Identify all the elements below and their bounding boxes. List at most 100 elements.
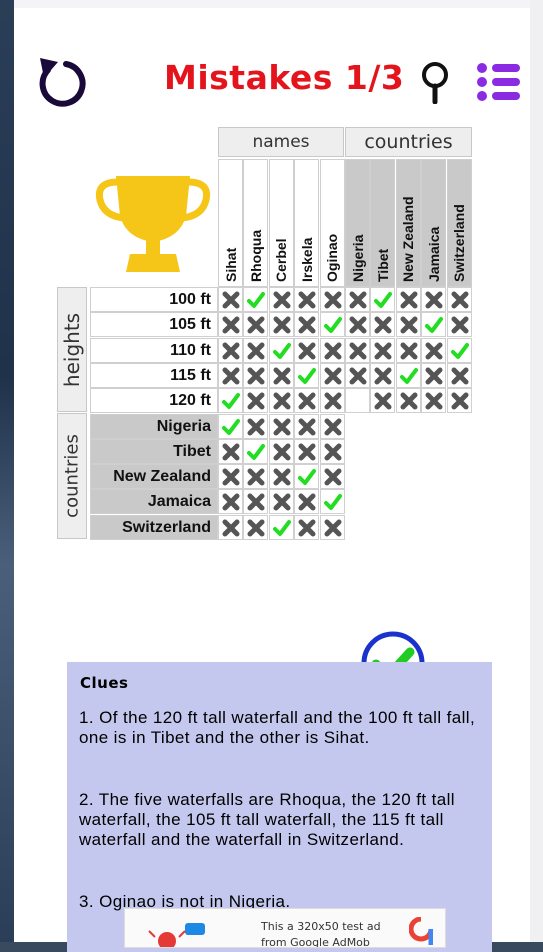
cell-cross[interactable] (243, 489, 269, 515)
cross-icon (324, 342, 342, 360)
cell-check[interactable] (319, 312, 345, 338)
cross-icon (451, 367, 469, 385)
cell-cross[interactable] (319, 362, 345, 388)
cell-cross[interactable] (319, 464, 345, 490)
cell-cross[interactable] (268, 312, 294, 338)
row-header: 100 ft (90, 287, 218, 312)
cell-check[interactable] (395, 362, 421, 388)
check-icon (399, 367, 418, 384)
undo-icon[interactable] (36, 52, 88, 108)
cell-cross[interactable] (294, 413, 320, 439)
cell-empty[interactable] (345, 388, 370, 414)
cell-cross[interactable] (294, 388, 320, 414)
cell-cross[interactable] (395, 287, 421, 312)
clues-title: Clues (80, 674, 129, 692)
cell-cross[interactable] (345, 362, 370, 388)
cell-cross[interactable] (319, 337, 345, 363)
cell-cross[interactable] (345, 287, 370, 312)
cell-cross[interactable] (243, 514, 269, 540)
cell-cross[interactable] (345, 312, 370, 338)
cell-cross[interactable] (218, 514, 243, 540)
check-icon (450, 342, 469, 359)
hint-icon[interactable] (420, 60, 454, 104)
cell-cross[interactable] (395, 337, 421, 363)
cell-cross[interactable] (268, 362, 294, 388)
cell-cross[interactable] (268, 388, 294, 414)
cell-cross[interactable] (218, 464, 243, 490)
cell-cross[interactable] (345, 337, 370, 363)
cell-cross[interactable] (421, 337, 447, 363)
cell-cross[interactable] (319, 388, 345, 414)
cell-cross[interactable] (268, 438, 294, 464)
cell-cross[interactable] (395, 388, 421, 414)
cell-check[interactable] (268, 337, 294, 363)
cell-check[interactable] (218, 388, 243, 414)
cell-cross[interactable] (294, 337, 320, 363)
cross-icon (425, 342, 443, 360)
cell-check[interactable] (243, 287, 269, 312)
cell-cross[interactable] (421, 362, 447, 388)
cell-cross[interactable] (446, 287, 472, 312)
cell-cross[interactable] (446, 388, 472, 414)
cell-cross[interactable] (218, 287, 243, 312)
cell-cross[interactable] (446, 362, 472, 388)
cell-cross[interactable] (319, 438, 345, 464)
cross-icon (324, 392, 342, 410)
cross-icon (273, 367, 291, 385)
cell-check[interactable] (319, 489, 345, 515)
cell-cross[interactable] (370, 312, 396, 338)
cell-check[interactable] (446, 337, 472, 363)
cell-cross[interactable] (268, 287, 294, 312)
cell-check[interactable] (370, 287, 396, 312)
cell-cross[interactable] (268, 413, 294, 439)
cross-icon (222, 468, 240, 486)
check-icon (222, 418, 240, 435)
cell-cross[interactable] (243, 312, 269, 338)
cell-cross[interactable] (243, 413, 269, 439)
cell-cross[interactable] (319, 514, 345, 540)
ad-banner[interactable]: This a 320x50 test ad from Google AdMob (124, 908, 446, 948)
cell-cross[interactable] (370, 337, 396, 363)
cell-cross[interactable] (294, 438, 320, 464)
cell-cross[interactable] (421, 287, 447, 312)
cell-cross[interactable] (395, 312, 421, 338)
cross-icon (324, 291, 342, 309)
cross-icon (374, 392, 392, 410)
cell-cross[interactable] (370, 388, 396, 414)
cell-cross[interactable] (243, 362, 269, 388)
cell-cross[interactable] (268, 464, 294, 490)
cell-cross[interactable] (243, 464, 269, 490)
cell-cross[interactable] (294, 489, 320, 515)
cell-cross[interactable] (294, 312, 320, 338)
cell-cross[interactable] (370, 362, 396, 388)
cell-cross[interactable] (319, 413, 345, 439)
cell-check[interactable] (421, 312, 447, 338)
cell-check[interactable] (294, 362, 320, 388)
cross-icon (273, 468, 291, 486)
cell-cross[interactable] (218, 489, 243, 515)
background-window-edge (0, 0, 14, 942)
cell-cross[interactable] (446, 312, 472, 338)
column-header: Sihat (218, 159, 243, 287)
cell-cross[interactable] (243, 337, 269, 363)
cross-icon (451, 316, 469, 334)
cell-check[interactable] (218, 413, 243, 439)
check-icon (374, 292, 393, 308)
cell-cross[interactable] (218, 312, 243, 338)
cell-cross[interactable] (294, 514, 320, 540)
cell-cross[interactable] (421, 388, 447, 414)
cell-cross[interactable] (243, 388, 269, 414)
menu-icon[interactable] (476, 62, 522, 102)
cell-check[interactable] (268, 514, 294, 540)
cell-cross[interactable] (218, 337, 243, 363)
cell-cross[interactable] (294, 287, 320, 312)
cell-cross[interactable] (218, 362, 243, 388)
cell-cross[interactable] (319, 287, 345, 312)
cell-check[interactable] (243, 438, 269, 464)
cell-cross[interactable] (268, 489, 294, 515)
check-icon (272, 342, 291, 359)
cross-icon (349, 367, 367, 385)
column-label: Jamaica (425, 226, 442, 282)
cell-check[interactable] (294, 464, 320, 490)
cell-cross[interactable] (218, 438, 243, 464)
